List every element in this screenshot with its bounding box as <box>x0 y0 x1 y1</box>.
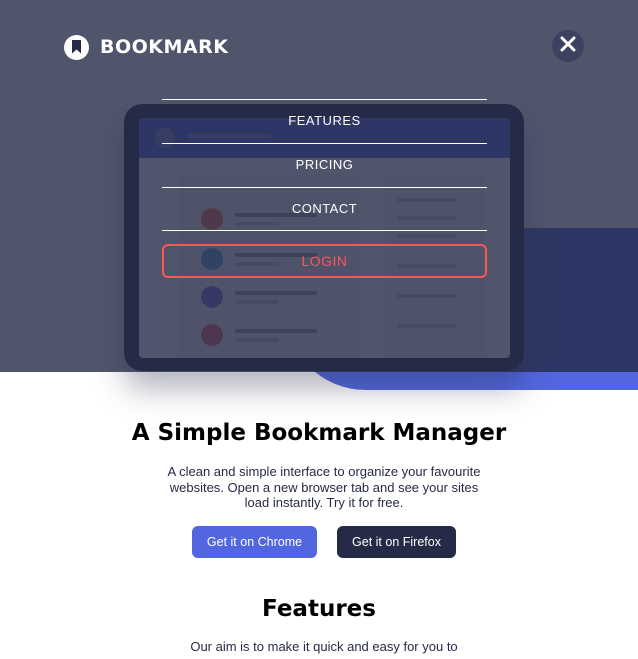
hero-description: A clean and simple interface to organize… <box>167 464 481 510</box>
get-firefox-button[interactable]: Get it on Firefox <box>337 526 456 558</box>
bookmark-icon <box>64 34 89 60</box>
features-description: Our aim is to make it quick and easy for… <box>190 639 458 654</box>
nav-item-features[interactable]: FEATURES <box>162 99 487 143</box>
nav-item-pricing[interactable]: PRICING <box>162 143 487 187</box>
brand-name: BOOKMARK <box>100 36 229 58</box>
login-button[interactable]: LOGIN <box>162 244 487 278</box>
close-icon <box>560 36 576 57</box>
get-chrome-button[interactable]: Get it on Chrome <box>192 526 317 558</box>
mobile-nav-menu: FEATURES PRICING CONTACT <box>162 99 487 231</box>
nav-item-contact[interactable]: CONTACT <box>162 187 487 231</box>
features-title: Features <box>262 596 376 622</box>
close-menu-button[interactable] <box>552 30 584 62</box>
hero-title: A Simple Bookmark Manager <box>131 420 507 446</box>
brand-logo[interactable]: BOOKMARK <box>64 34 228 60</box>
